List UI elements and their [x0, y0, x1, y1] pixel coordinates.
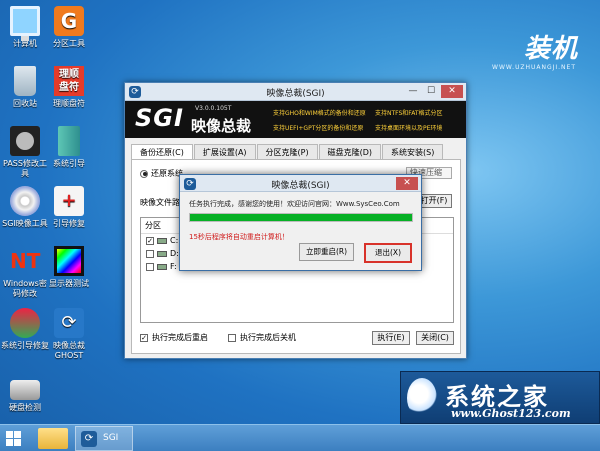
completion-message: 任务执行完成，感谢您的使用！欢迎访问官网：Www.SysCeo.Com: [189, 200, 400, 208]
main-titlebar[interactable]: ⟳ 映像总裁(SGI) — ☐ ✕: [125, 83, 466, 101]
tab-partition-clone[interactable]: 分区克隆(P): [256, 144, 318, 159]
minimize-button[interactable]: —: [405, 85, 421, 98]
product-name: 映像总裁: [191, 117, 252, 135]
sync-icon: ⟳: [54, 308, 84, 338]
tab-disk-clone[interactable]: 磁盘克隆(D): [318, 144, 382, 159]
restart-after-checkbox[interactable]: ✓: [140, 333, 148, 342]
partition-checkbox[interactable]: [146, 262, 154, 271]
desktop-icon-boot-fix[interactable]: 系统引导修复: [0, 308, 50, 351]
desktop-icon-label: 显示器测试: [49, 279, 89, 288]
feature-text: 支持NTFS和FAT格式分区: [375, 110, 443, 117]
restore-option[interactable]: 还原系统: [140, 168, 183, 179]
desktop-icon-sgi-tool[interactable]: SGI映像工具: [0, 186, 50, 229]
watermark-logo-icon: [407, 378, 437, 418]
tab-backup-restore[interactable]: 备份还原(C): [131, 144, 193, 160]
feature-text: 支持GHO和WIM格式的备份和还原: [273, 110, 366, 117]
desktop-icon-pass-tool[interactable]: PASS修改工具: [0, 126, 50, 179]
watermark: 系统之家 www.Ghost123.com: [400, 371, 600, 424]
desktop-icon-label: 系统引导修复: [1, 341, 49, 350]
restart-after-label: 执行完成后重启: [152, 333, 208, 342]
tab-bar: 备份还原(C) 扩展设置(A) 分区克隆(P) 磁盘克隆(D) 系统安装(S): [131, 144, 444, 160]
desktop-icon-label: PASS修改工具: [3, 159, 47, 178]
dialog-titlebar[interactable]: ⟳ 映像总裁(SGI) ✕: [180, 175, 421, 192]
taskbar: ⟳ SGI: [0, 424, 600, 451]
desktop-icon-label: 引导修复: [53, 219, 85, 228]
progress-bar: [189, 213, 413, 222]
desktop-icon-label: 分区工具: [53, 39, 85, 48]
computer-icon: [10, 6, 40, 41]
feature-text: 支持桌面环境以及PE环境: [375, 125, 443, 132]
exit-button[interactable]: 退出(X): [364, 243, 412, 263]
partition-label: C:: [170, 236, 179, 245]
desktop-icon-disk-check[interactable]: 硬盘检测: [0, 370, 50, 413]
sgi-app-icon: ⟳: [81, 431, 97, 447]
desktop-icon-label: Windows密码修改: [3, 279, 47, 298]
dialog-close-button[interactable]: ✕: [396, 177, 418, 190]
drive-letter-icon: 理顺 盘符: [54, 66, 84, 96]
monitor-icon: [54, 246, 84, 276]
watermark-url: www.Ghost123.com: [451, 407, 571, 420]
repair-icon: [10, 308, 40, 338]
desktop-icon-monitor-test[interactable]: 显示器测试: [44, 246, 94, 289]
partition-label: D:: [170, 249, 179, 258]
partition-label: F:: [170, 262, 177, 271]
completion-dialog: ⟳ 映像总裁(SGI) ✕ 任务执行完成，感谢您的使用！欢迎访问官网：Www.S…: [179, 174, 422, 271]
drive-icon: [157, 237, 167, 244]
system-boot-icon: [58, 126, 80, 156]
tab-extended-settings[interactable]: 扩展设置(A): [193, 144, 256, 159]
restart-now-button[interactable]: 立即重启(R): [299, 243, 354, 261]
recycle-bin-icon: [14, 66, 36, 96]
desktop-icon-windows-password[interactable]: NT Windows密码修改: [0, 246, 50, 299]
cd-icon: [10, 186, 40, 216]
version-text: V3.0.0.105T: [195, 105, 232, 112]
restore-radio[interactable]: [140, 169, 148, 178]
desktop-icon-label: 硬盘检测: [9, 403, 41, 412]
brand-url: WWW.UZHUANGJI.NET: [492, 64, 576, 71]
nt-password-icon: NT: [10, 249, 41, 273]
tab-system-install[interactable]: 系统安装(S): [382, 144, 444, 159]
sgi-logo: SGI: [135, 104, 184, 132]
usb-drive-icon: [157, 263, 167, 270]
first-aid-icon: +: [54, 186, 84, 216]
shutdown-after-label: 执行完成后关机: [240, 333, 296, 342]
file-explorer-icon[interactable]: [38, 428, 68, 449]
desktop-icon-drive-letter[interactable]: 理顺 盘符 理顺盘符: [44, 66, 94, 109]
brand-logo: 装机: [523, 34, 578, 64]
pass-tool-icon: [10, 126, 40, 156]
countdown-message: 15秒后程序将自动重启计算机！: [189, 233, 289, 241]
desktop-icon-label: 理顺盘符: [53, 99, 85, 108]
desktop-icon-label: 映像总裁 GHOST: [53, 341, 85, 360]
desktop-icon-computer[interactable]: 计算机: [0, 6, 50, 49]
partition-checkbox[interactable]: [146, 249, 154, 258]
start-button[interactable]: [6, 431, 21, 446]
dialog-title: 映像总裁(SGI): [271, 181, 330, 191]
maximize-button[interactable]: ☐: [423, 85, 439, 98]
partition-checkbox[interactable]: ✓: [146, 236, 154, 245]
desktop-icon-label: 回收站: [13, 99, 37, 108]
partition-tool-icon: G: [54, 6, 84, 36]
desktop-icon-system-boot[interactable]: 系统引导: [44, 126, 94, 169]
taskbar-app-sgi[interactable]: ⟳ SGI: [75, 426, 133, 451]
desktop-icon-boot-repair[interactable]: + 引导修复: [44, 186, 94, 229]
product-banner: SGI V3.0.0.105T 映像总裁 支持GHO和WIM格式的备份和还原 支…: [125, 101, 466, 138]
close-window-button[interactable]: ✕: [441, 85, 463, 98]
windows-logo-icon: [6, 431, 13, 438]
post-action-options: ✓ 执行完成后重启 执行完成后关机: [140, 332, 296, 343]
shutdown-after-checkbox[interactable]: [228, 333, 236, 342]
execute-button[interactable]: 执行(E): [372, 331, 410, 345]
progress-fill: [190, 214, 412, 221]
desktop-icon-partition-tool[interactable]: G 分区工具: [44, 6, 94, 49]
close-button[interactable]: 关闭(C): [416, 331, 454, 345]
desktop-icon-recycle-bin[interactable]: 回收站: [0, 66, 50, 109]
drive-icon: [157, 250, 167, 257]
taskbar-app-label: SGI: [103, 433, 119, 443]
hard-disk-icon: [10, 380, 40, 400]
desktop-icon-label: SGI映像工具: [2, 219, 48, 228]
desktop-icon-label: 系统引导: [53, 159, 85, 168]
feature-text: 支持UEFI+GPT分区的备份和还原: [273, 125, 364, 132]
desktop-icon-sgi-ghost[interactable]: ⟳ 映像总裁 GHOST: [44, 308, 94, 361]
